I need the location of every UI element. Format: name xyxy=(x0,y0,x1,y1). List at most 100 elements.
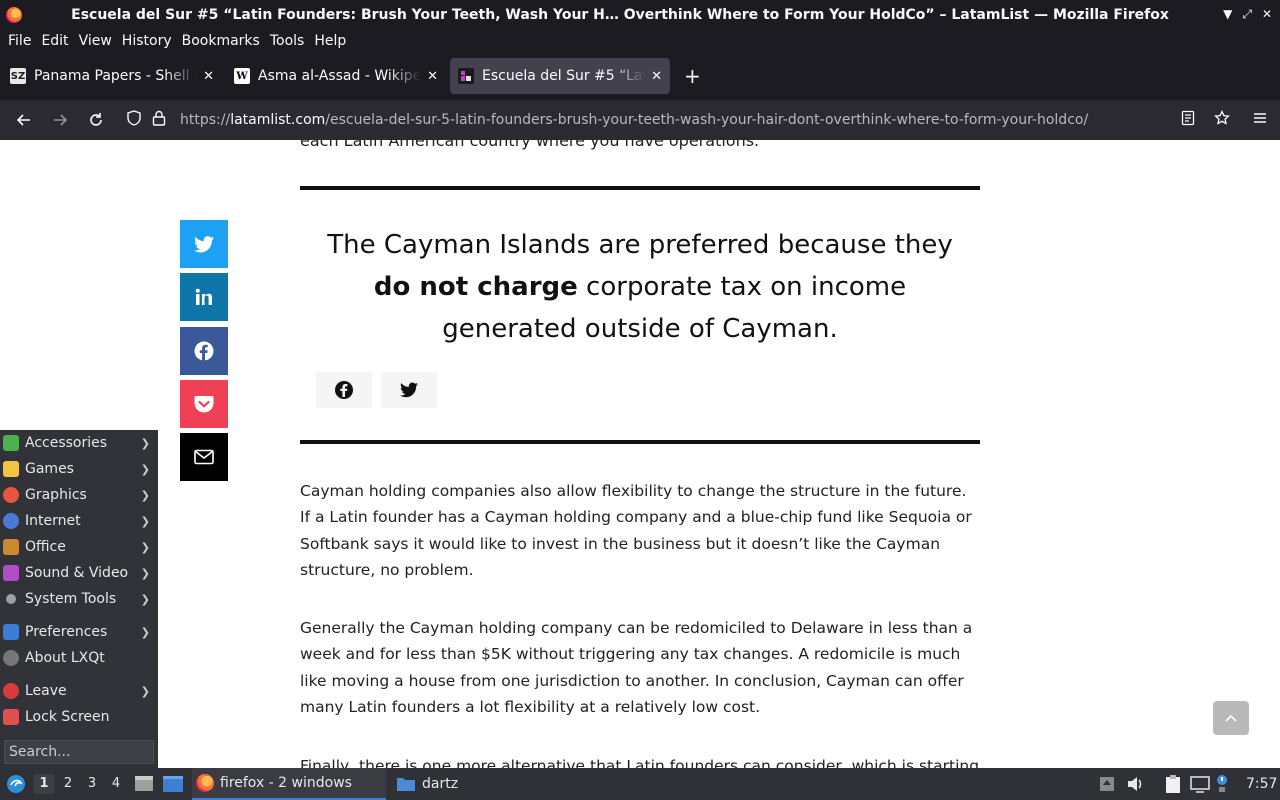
power-icon xyxy=(3,683,19,699)
minimize-icon[interactable]: ▼ xyxy=(1223,7,1232,22)
url-scheme: https:// xyxy=(180,112,231,128)
lxqt-app-menu: Accessories ❯ Games ❯ Graphics ❯ Interne… xyxy=(0,430,158,768)
blockquote-top-rule xyxy=(300,186,980,190)
menu-item-label: Internet xyxy=(25,513,81,529)
share-email-button[interactable] xyxy=(180,433,228,481)
tab-close-icon[interactable]: ✕ xyxy=(427,69,438,84)
menu-item-games[interactable]: Games ❯ xyxy=(0,456,158,482)
url-host: latamlist.com xyxy=(230,112,326,128)
url-text[interactable]: https://latamlist.com/escuela-del-sur-5-… xyxy=(180,112,1088,128)
internet-icon xyxy=(3,513,19,529)
tray-update-icon[interactable] xyxy=(1098,768,1116,800)
tab-escuela-del-sur[interactable]: Escuela del Sur #5 “Latin ✕ xyxy=(450,58,670,94)
menu-item-lock-screen[interactable]: Lock Screen xyxy=(0,704,158,730)
accessories-icon xyxy=(3,435,19,451)
menu-item-label: Lock Screen xyxy=(25,709,110,725)
chevron-right-icon: ❯ xyxy=(140,514,150,528)
menu-search-input[interactable]: Search... xyxy=(4,740,154,764)
chevron-right-icon: ❯ xyxy=(140,540,150,554)
info-icon xyxy=(3,650,19,666)
clipboard-icon[interactable] xyxy=(1164,768,1182,800)
menu-tools[interactable]: Tools xyxy=(270,33,305,49)
menu-view[interactable]: View xyxy=(79,33,112,49)
menu-bookmarks[interactable]: Bookmarks xyxy=(182,33,260,49)
reader-view-icon[interactable] xyxy=(1180,110,1196,130)
menu-item-label: About LXQt xyxy=(25,650,105,666)
menu-history[interactable]: History xyxy=(122,33,172,49)
window-titlebar: Escuela del Sur #5 “Latin Founders: Brus… xyxy=(0,0,1280,30)
menu-item-about-lxqt[interactable]: About LXQt xyxy=(0,645,158,671)
menu-bar: File Edit View History Bookmarks Tools H… xyxy=(0,30,1280,52)
menu-item-sound-video[interactable]: Sound & Video ❯ xyxy=(0,560,158,586)
show-desktop-icon[interactable] xyxy=(134,768,154,800)
preferences-icon xyxy=(3,624,19,640)
menu-item-accessories[interactable]: Accessories ❯ xyxy=(0,430,158,456)
share-twitter-button[interactable] xyxy=(180,220,228,268)
share-facebook-button[interactable] xyxy=(180,327,228,375)
reload-icon[interactable] xyxy=(78,104,114,136)
menu-item-label: Accessories xyxy=(25,435,108,451)
notification-icon[interactable] xyxy=(1216,768,1228,800)
firefox-icon xyxy=(196,774,214,792)
task-label: dartz xyxy=(422,776,459,792)
menu-item-graphics[interactable]: Graphics ❯ xyxy=(0,482,158,508)
tab-panama-papers[interactable]: SZ Panama Papers - Shell co ✕ xyxy=(2,58,222,94)
volume-icon[interactable] xyxy=(1126,768,1144,800)
window-title: Escuela del Sur #5 “Latin Founders: Brus… xyxy=(71,7,1169,23)
forward-icon[interactable] xyxy=(42,104,78,136)
tab-close-icon[interactable]: ✕ xyxy=(651,69,662,84)
menu-edit[interactable]: Edit xyxy=(41,33,68,49)
menu-item-office[interactable]: Office ❯ xyxy=(0,534,158,560)
menu-item-label: Preferences xyxy=(25,624,108,640)
tab-close-icon[interactable]: ✕ xyxy=(203,69,214,84)
pull-quote-line3: generated outside of Cayman. xyxy=(442,314,838,344)
menu-help[interactable]: Help xyxy=(314,33,346,49)
file-manager-launcher-icon[interactable] xyxy=(162,768,184,800)
close-icon[interactable]: ✕ xyxy=(1262,7,1272,22)
sound-video-icon xyxy=(3,565,19,581)
desktop-2-button[interactable]: 2 xyxy=(58,774,78,794)
share-pocket-button[interactable] xyxy=(180,380,228,428)
tab-label: Asma al-Assad - Wikipedia xyxy=(258,68,422,84)
tab-bar: SZ Panama Papers - Shell co ✕ W Asma al-… xyxy=(0,52,1280,100)
chevron-right-icon: ❯ xyxy=(140,566,150,580)
network-icon[interactable] xyxy=(1190,768,1210,800)
share-linkedin-button[interactable] xyxy=(180,273,228,321)
tab-asma-al-assad[interactable]: W Asma al-Assad - Wikipedia ✕ xyxy=(226,58,446,94)
article-paragraph-1: Cayman holding companies also allow flex… xyxy=(300,482,972,579)
menu-item-leave[interactable]: Leave ❯ xyxy=(0,678,158,704)
menu-item-label: Graphics xyxy=(25,487,87,503)
chevron-right-icon: ❯ xyxy=(140,592,150,606)
folder-icon xyxy=(397,778,415,791)
desktop-1-button[interactable]: 1 xyxy=(34,774,54,794)
menu-item-label: Games xyxy=(25,461,74,477)
task-dartz[interactable]: dartz xyxy=(392,768,582,800)
clock[interactable]: 7:57 xyxy=(1246,768,1277,800)
menu-item-system-tools[interactable]: System Tools ❯ xyxy=(0,586,158,612)
app-menu-icon[interactable] xyxy=(1252,110,1268,130)
maximize-icon[interactable]: ⤢ xyxy=(1242,7,1252,22)
twitter-icon xyxy=(194,235,214,252)
linkedin-icon xyxy=(195,288,212,305)
url-bar[interactable]: https://latamlist.com/escuela-del-sur-5-… xyxy=(120,104,1240,136)
back-icon[interactable] xyxy=(6,104,42,136)
new-tab-icon[interactable]: + xyxy=(684,64,701,88)
bookmark-star-icon[interactable] xyxy=(1214,109,1230,130)
task-firefox[interactable]: firefox - 2 windows xyxy=(192,768,386,800)
start-menu-button[interactable] xyxy=(5,768,27,800)
menu-file[interactable]: File xyxy=(8,33,31,49)
scroll-to-top-button[interactable] xyxy=(1213,701,1249,735)
chevron-right-icon: ❯ xyxy=(140,625,150,639)
chevron-right-icon: ❯ xyxy=(140,684,150,698)
quote-share-twitter-button[interactable] xyxy=(381,372,437,408)
lock-icon[interactable] xyxy=(152,110,168,130)
office-icon xyxy=(3,539,19,555)
quote-share-facebook-button[interactable] xyxy=(316,372,372,408)
menu-item-preferences[interactable]: Preferences ❯ xyxy=(0,619,158,645)
tracking-shield-icon[interactable] xyxy=(126,110,142,130)
desktop-4-button[interactable]: 4 xyxy=(106,774,126,794)
menu-item-internet[interactable]: Internet ❯ xyxy=(0,508,158,534)
pocket-icon xyxy=(194,396,214,413)
menu-item-label: Office xyxy=(25,539,66,555)
desktop-3-button[interactable]: 3 xyxy=(82,774,102,794)
